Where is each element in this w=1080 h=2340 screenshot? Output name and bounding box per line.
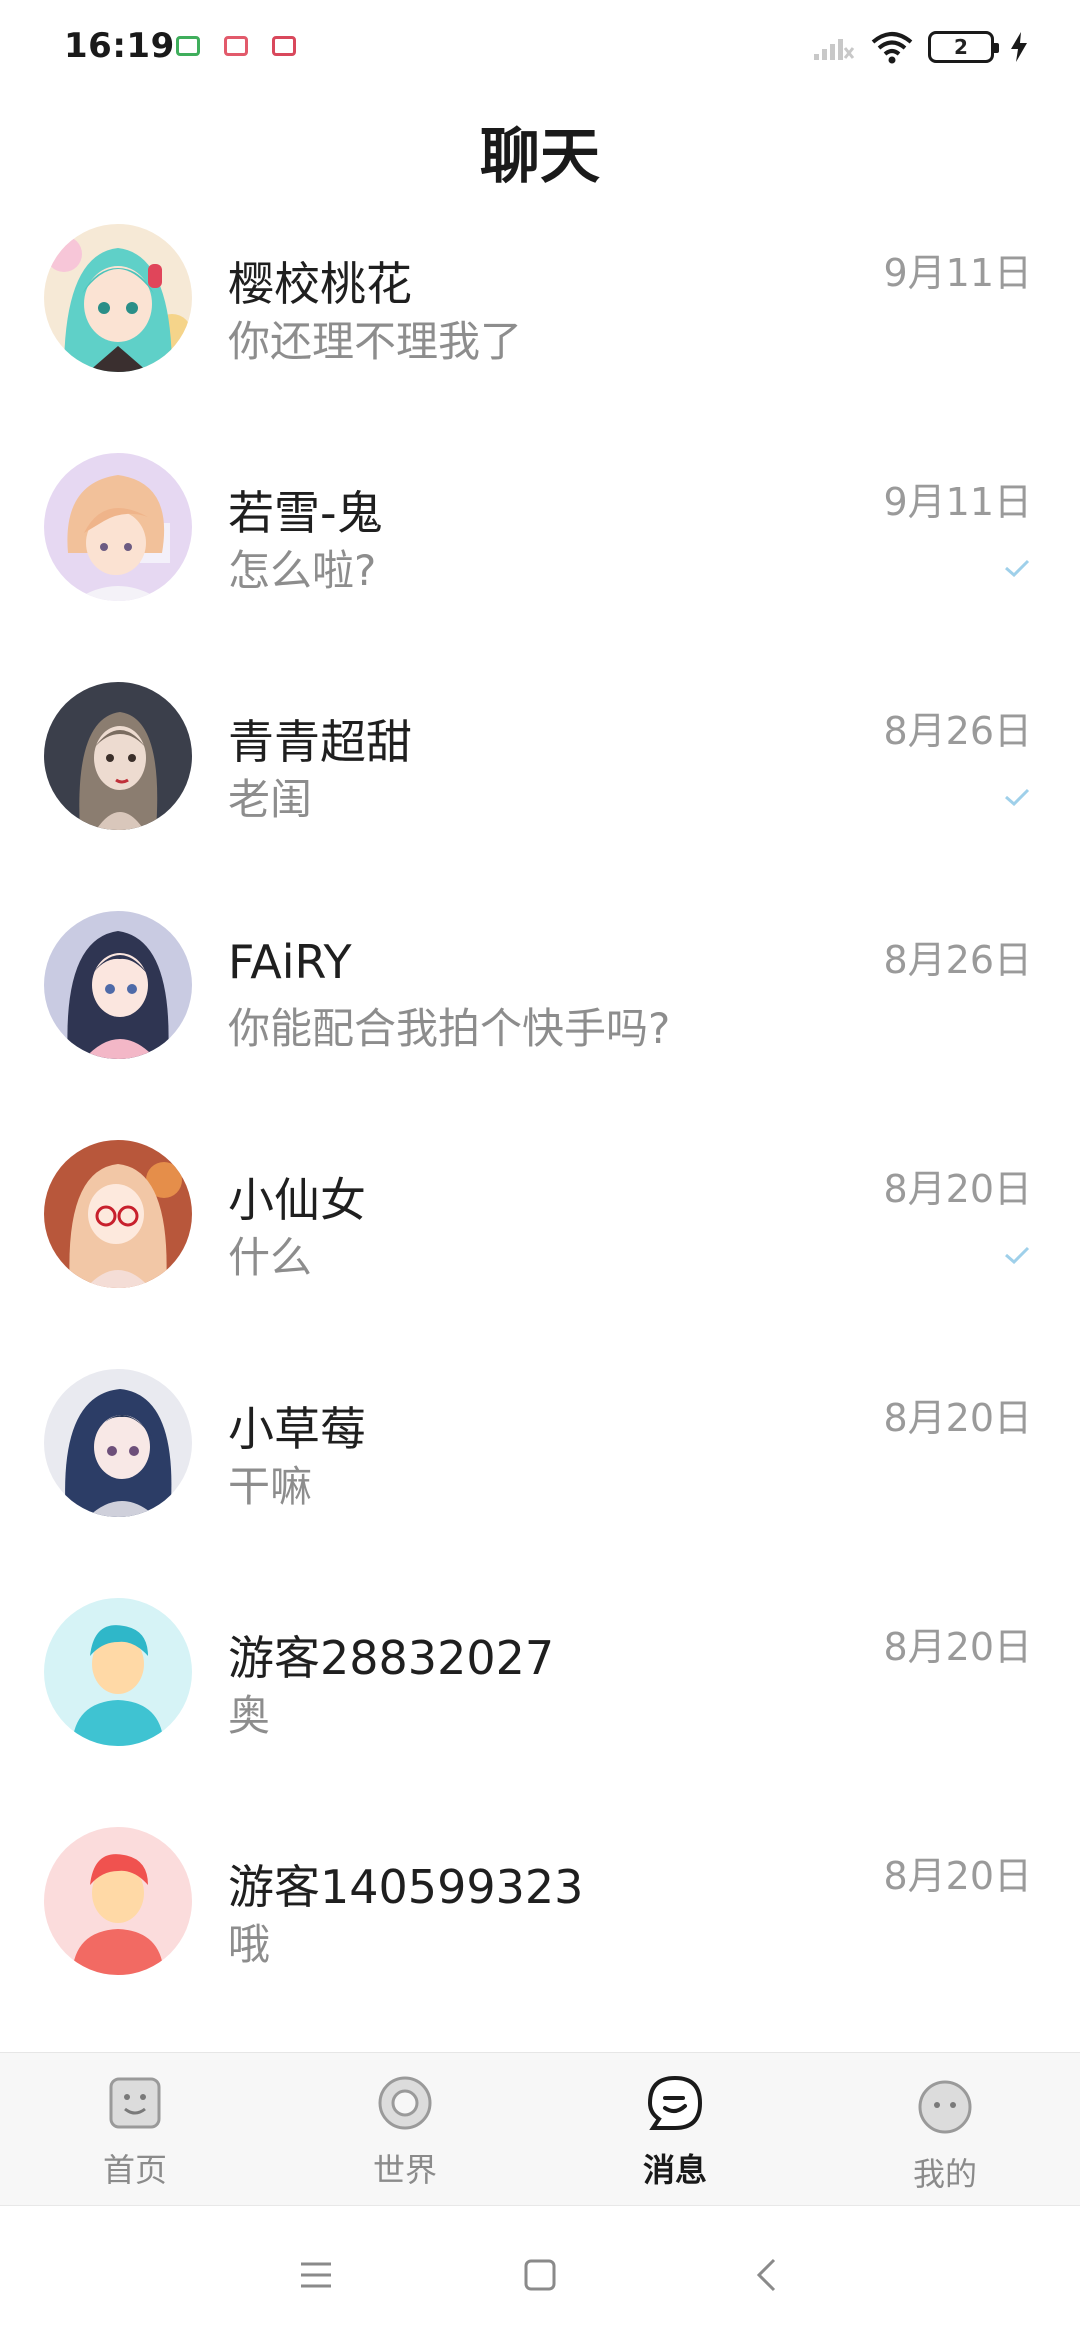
chat-last-message: 什么	[228, 1233, 313, 1282]
home-button[interactable]	[510, 2250, 570, 2300]
chat-item[interactable]: 樱校桃花 你还理不理我了 9月11日	[0, 220, 1080, 449]
square-home-icon	[524, 2259, 556, 2291]
tab-world[interactable]: 世界	[270, 2053, 540, 2207]
app-notification-icon	[272, 36, 296, 56]
avatar[interactable]	[44, 1827, 192, 1975]
chat-name: 若雪-鬼	[228, 486, 383, 540]
status-indicators: 2	[812, 30, 1030, 64]
tab-label: 消息	[642, 2151, 707, 2189]
tab-messages[interactable]: 消息	[540, 2053, 810, 2207]
chat-last-message: 干嘛	[228, 1462, 313, 1511]
chat-date: 8月20日	[883, 1854, 1032, 1898]
chat-last-message: 你能配合我拍个快手吗?	[228, 1004, 671, 1053]
page-title: 聊天	[480, 122, 600, 192]
avatar[interactable]	[44, 911, 192, 1059]
avatar[interactable]	[44, 224, 192, 372]
avatar[interactable]	[44, 1140, 192, 1288]
chat-list: 樱校桃花 你还理不理我了 9月11日 若雪-鬼 怎么啦? 9月11日 青青超甜 …	[0, 220, 1080, 2052]
chat-name: FAiRY	[228, 935, 352, 989]
world-ring-icon	[378, 2076, 432, 2130]
chat-date: 8月26日	[883, 938, 1032, 982]
chat-last-message: 怎么啦?	[228, 546, 377, 595]
chat-item[interactable]: 小仙女 什么 8月20日	[0, 1136, 1080, 1365]
home-face-icon	[109, 2077, 161, 2129]
message-bubble-icon	[647, 2075, 703, 2130]
bottom-tab-bar: 首页 世界 消息 我的	[0, 2052, 1080, 2206]
status-time: 16:19	[64, 26, 175, 66]
chat-last-message: 你还理不理我了	[228, 317, 523, 366]
avatar[interactable]	[44, 453, 192, 601]
avatar[interactable]	[44, 1598, 192, 1746]
chat-item[interactable]: 青青超甜 老闺 8月26日	[0, 678, 1080, 907]
app-notification-icon	[224, 36, 248, 56]
chat-date: 8月20日	[883, 1625, 1032, 1669]
chat-name: 游客140599323	[228, 1860, 584, 1914]
chat-name: 小草莓	[228, 1402, 366, 1456]
chat-item[interactable]: 游客28832027 奥 8月20日	[0, 1594, 1080, 1823]
notification-icons	[176, 36, 296, 56]
chat-name: 小仙女	[228, 1173, 366, 1227]
chat-last-message: 奥	[228, 1691, 271, 1740]
chat-date: 8月20日	[883, 1396, 1032, 1440]
chat-date: 9月11日	[883, 480, 1032, 524]
read-check-icon	[1005, 788, 1030, 806]
tab-profile[interactable]: 我的	[810, 2053, 1080, 2207]
back-chevron-icon	[756, 2258, 776, 2292]
chat-last-message: 老闺	[228, 775, 313, 824]
signal-icon	[814, 39, 855, 60]
tab-label: 我的	[912, 2155, 977, 2193]
chat-item[interactable]: 游客140599323 哦 8月20日	[0, 1823, 1080, 2052]
tab-home[interactable]: 首页	[0, 2053, 270, 2207]
battery-icon: 2	[928, 31, 999, 63]
wifi-icon	[871, 32, 913, 64]
menu-button[interactable]	[286, 2250, 346, 2300]
system-navigation-bar	[0, 2206, 1080, 2340]
avatar[interactable]	[44, 1369, 192, 1517]
read-check-icon	[1005, 559, 1030, 577]
chat-date: 9月11日	[883, 251, 1032, 295]
status-bar: 16:19 2	[0, 0, 1080, 96]
menu-icon	[301, 2262, 331, 2288]
profile-face-icon	[918, 2080, 972, 2134]
chat-item[interactable]: 若雪-鬼 怎么啦? 9月11日	[0, 449, 1080, 678]
tab-label: 首页	[102, 2151, 167, 2189]
chat-date: 8月20日	[883, 1167, 1032, 1211]
avatar[interactable]	[44, 682, 192, 830]
charging-icon	[1011, 32, 1027, 62]
read-check-icon	[1005, 1246, 1030, 1264]
chat-date: 8月26日	[883, 709, 1032, 753]
chat-item[interactable]: 小草莓 干嘛 8月20日	[0, 1365, 1080, 1594]
chat-last-message: 哦	[228, 1920, 271, 1969]
tab-label: 世界	[372, 2151, 437, 2189]
chat-name: 樱校桃花	[228, 257, 412, 311]
app-notification-icon	[176, 36, 200, 56]
chat-item[interactable]: FAiRY 你能配合我拍个快手吗? 8月26日	[0, 907, 1080, 1136]
back-button[interactable]	[736, 2250, 796, 2300]
battery-level: 2	[954, 35, 968, 59]
chat-name: 青青超甜	[228, 715, 412, 769]
chat-name: 游客28832027	[228, 1631, 555, 1685]
